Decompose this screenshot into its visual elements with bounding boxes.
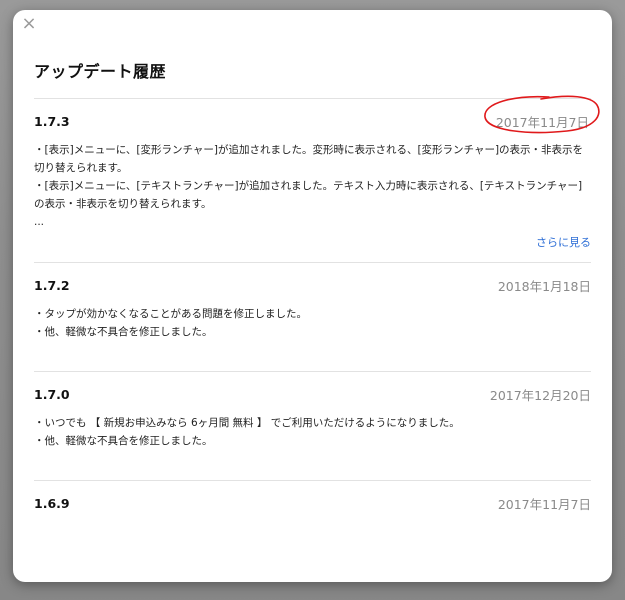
release-date: 2018年1月18日 [497, 278, 591, 294]
release-notes: ・いつでも 【 新規お申込みなら 6ヶ月間 無料 】 でご利用いただけるようにな… [34, 414, 591, 450]
version-label: 1.7.0 [34, 386, 70, 402]
version-label: 1.6.9 [34, 495, 70, 511]
dialog-title: アップデート履歴 [34, 62, 167, 81]
release-note-line: ・他、軽微な不具合を修正しました。 [34, 326, 213, 338]
version-label: 1.7.2 [34, 277, 70, 293]
release-notes: ・[表示]メニューに、[変形ランチャー]が追加されました。変形時に表示される、[… [34, 141, 591, 231]
update-entry-header: 1.7.0 2017年12月20日 [34, 372, 591, 414]
update-entry: 1.7.0 2017年12月20日 ・いつでも 【 新規お申込みなら 6ヶ月間 … [34, 371, 591, 480]
release-date: 2017年11月7日 [495, 114, 589, 130]
update-history-dialog: × アップデート履歴 1.7.3 2017年11月7日 ・[表示]メニューに、[… [13, 10, 612, 582]
release-note-line: ・[表示]メニューに、[変形ランチャー]が追加されました。変形時に表示される、[… [34, 144, 584, 174]
release-notes: ・タップが効かなくなることがある問題を修正しました。 ・他、軽微な不具合を修正し… [34, 305, 591, 341]
release-note-line: ・[表示]メニューに、[テキストランチャー]が追加されました。テキスト入力時に表… [34, 180, 583, 210]
release-note-line: ・いつでも 【 新規お申込みなら 6ヶ月間 無料 】 でご利用いただけるようにな… [34, 417, 460, 429]
release-note-ellipsis: ... [34, 216, 45, 228]
update-entry-header: 1.6.9 2017年11月7日 [34, 481, 591, 523]
update-entry: 1.7.2 2018年1月18日 ・タップが効かなくなることがある問題を修正しま… [34, 262, 591, 371]
version-label: 1.7.3 [34, 113, 70, 129]
update-entry: 1.6.9 2017年11月7日 [34, 480, 591, 541]
update-list: 1.7.3 2017年11月7日 ・[表示]メニューに、[変形ランチャー]が追加… [34, 95, 600, 541]
release-note-line: ・タップが効かなくなることがある問題を修正しました。 [34, 308, 307, 320]
close-icon[interactable]: × [21, 15, 37, 33]
update-entry-header: 1.7.2 2018年1月18日 [34, 263, 591, 305]
update-entry: 1.7.3 2017年11月7日 ・[表示]メニューに、[変形ランチャー]が追加… [34, 95, 600, 262]
update-entry-header: 1.7.3 2017年11月7日 [34, 99, 591, 141]
release-date: 2017年11月7日 [497, 496, 591, 512]
release-note-line: ・他、軽微な不具合を修正しました。 [34, 435, 213, 447]
release-date: 2017年12月20日 [489, 387, 591, 403]
see-more-link[interactable]: さらに見る [34, 234, 591, 250]
